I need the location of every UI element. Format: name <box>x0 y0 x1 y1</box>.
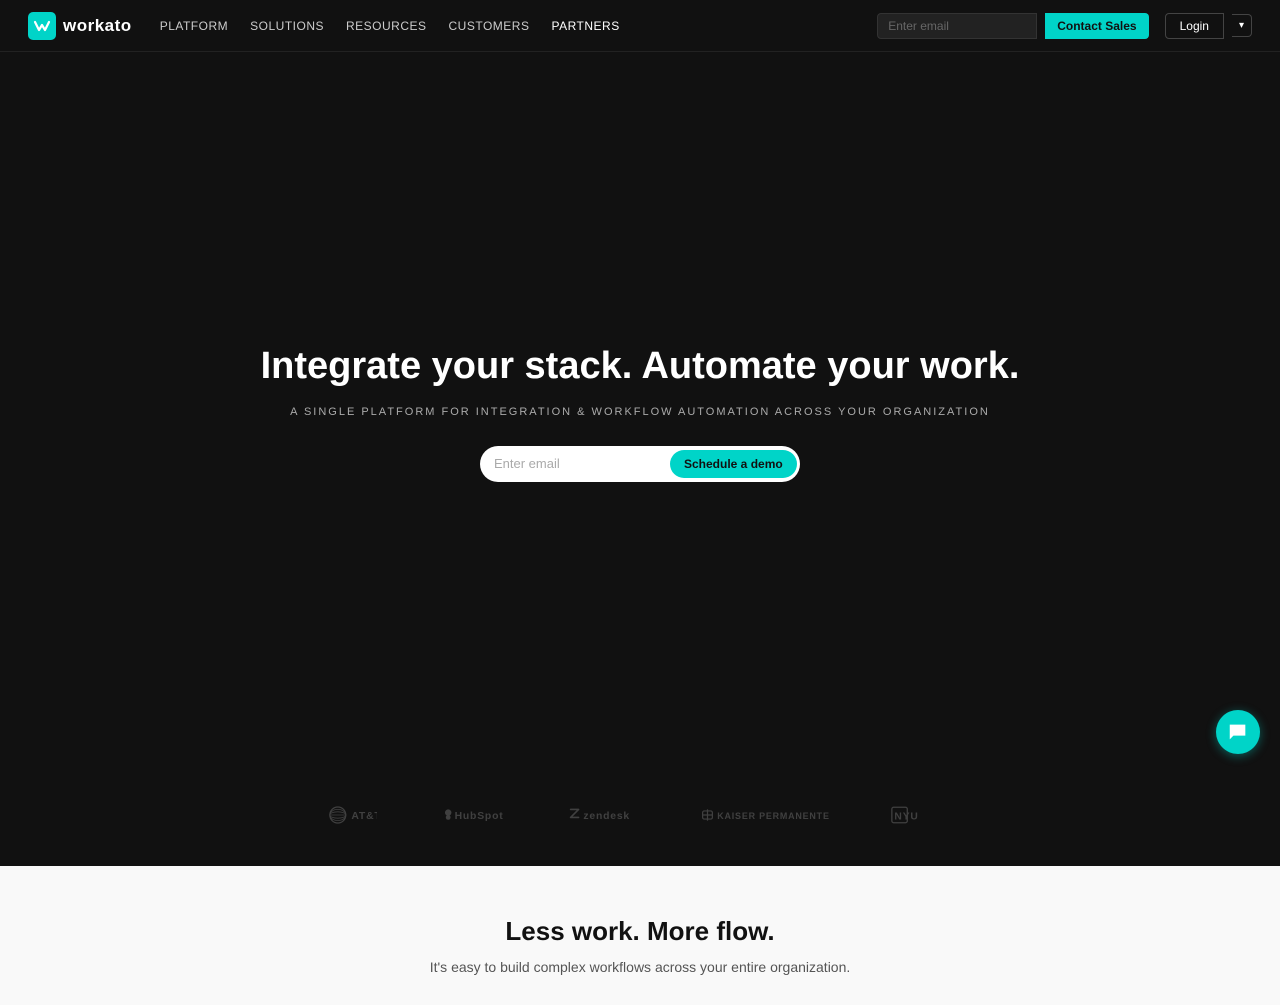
svg-text:zendesk: zendesk <box>583 811 630 822</box>
hero-section: Integrate your stack. Automate your work… <box>0 0 1280 774</box>
bottom-section: Less work. More flow. It's easy to build… <box>0 866 1280 1005</box>
nav-customers[interactable]: CUSTOMERS <box>449 19 530 33</box>
hero-title: Integrate your stack. Automate your work… <box>261 344 1020 390</box>
kaiser-icon: KAISER PERMANENTE <box>701 804 831 826</box>
login-dropdown-button[interactable]: ▾ <box>1232 14 1252 37</box>
nav-email-input[interactable] <box>877 13 1037 39</box>
schedule-demo-button[interactable]: Schedule a demo <box>670 450 797 478</box>
nav-partners[interactable]: PARTNERS <box>551 19 619 33</box>
logos-strip: AT&T HubSpot zendesk KAISER PERMANENTE N… <box>0 774 1280 866</box>
hero-subtitle: A SINGLE PLATFORM FOR INTEGRATION & WORK… <box>290 406 990 418</box>
att-icon: AT&T <box>329 804 377 826</box>
navbar-right: Contact Sales Login ▾ <box>877 13 1252 39</box>
navbar-left: workato PLATFORM SOLUTIONS RESOURCES CUS… <box>28 12 620 40</box>
att-logo: AT&T <box>329 804 377 826</box>
nav-solutions[interactable]: SOLUTIONS <box>250 19 324 33</box>
kaiser-logo: KAISER PERMANENTE <box>701 804 831 826</box>
hero-email-input[interactable] <box>494 456 670 471</box>
hubspot-logo: HubSpot <box>437 804 509 826</box>
nav-links: PLATFORM SOLUTIONS RESOURCES CUSTOMERS P… <box>160 19 620 33</box>
nyu-icon: NYU <box>891 804 951 826</box>
svg-text:AT&T: AT&T <box>351 811 377 822</box>
hero-form: Schedule a demo <box>480 446 800 482</box>
zendesk-logo: zendesk <box>569 804 641 826</box>
navbar: workato PLATFORM SOLUTIONS RESOURCES CUS… <box>0 0 1280 52</box>
logo-text: workato <box>63 16 132 36</box>
svg-text:NYU: NYU <box>894 811 918 822</box>
contact-sales-button[interactable]: Contact Sales <box>1045 13 1148 39</box>
bottom-title: Less work. More flow. <box>20 916 1260 947</box>
logo[interactable]: workato <box>28 12 132 40</box>
svg-text:HubSpot: HubSpot <box>455 811 504 822</box>
chat-icon <box>1227 721 1249 743</box>
chat-widget[interactable] <box>1216 710 1260 754</box>
svg-text:KAISER PERMANENTE: KAISER PERMANENTE <box>717 811 829 821</box>
hubspot-icon: HubSpot <box>437 804 509 826</box>
nav-platform[interactable]: PLATFORM <box>160 19 228 33</box>
bottom-subtitle: It's easy to build complex workflows acr… <box>20 959 1260 975</box>
workato-logo-icon <box>28 12 56 40</box>
nyu-logo: NYU <box>891 804 951 826</box>
login-button[interactable]: Login <box>1165 13 1224 39</box>
nav-resources[interactable]: RESOURCES <box>346 19 427 33</box>
zendesk-icon: zendesk <box>569 804 641 826</box>
